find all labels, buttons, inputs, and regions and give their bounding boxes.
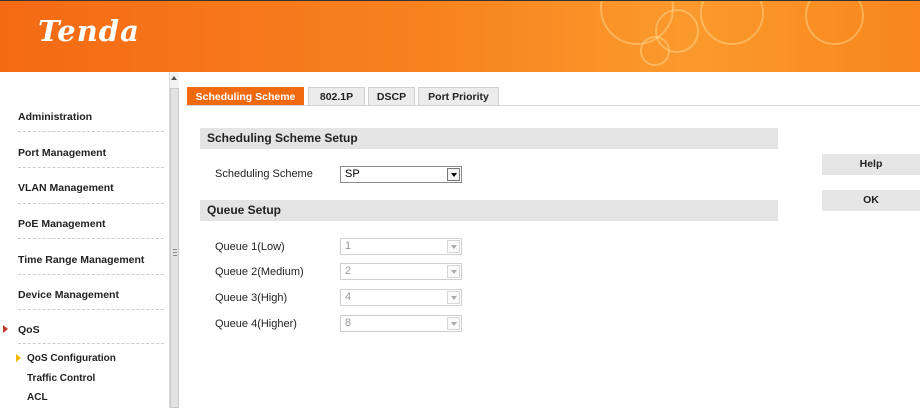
sidebar-subitem-traffic-control[interactable]: Traffic Control bbox=[27, 373, 95, 384]
chevron-down-icon[interactable] bbox=[447, 168, 460, 181]
sidebar-item-vlan-management[interactable]: VLAN Management bbox=[18, 182, 114, 194]
sidebar-subitem-acl[interactable]: ACL bbox=[27, 392, 48, 403]
queue-2-label: Queue 2(Medium) bbox=[215, 266, 304, 278]
sidebar-divider bbox=[18, 309, 164, 310]
queue-3-label: Queue 3(High) bbox=[215, 292, 288, 304]
tab-port-priority[interactable]: Port Priority bbox=[418, 87, 499, 105]
queue-4-label: Queue 4(Higher) bbox=[215, 318, 297, 330]
expanded-arrow-icon bbox=[3, 325, 8, 333]
sidebar-item-administration[interactable]: Administration bbox=[18, 111, 92, 123]
sidebar-divider bbox=[18, 343, 164, 344]
selected-arrow-icon bbox=[16, 354, 21, 362]
queue-4-value: 8 bbox=[345, 317, 352, 329]
sidebar-divider bbox=[18, 274, 164, 275]
sidebar-item-port-management[interactable]: Port Management bbox=[18, 147, 106, 159]
sidebar-item-device-management[interactable]: Device Management bbox=[18, 289, 119, 301]
decorative-circle bbox=[640, 36, 670, 66]
scheduling-scheme-setup-heading: Scheduling Scheme Setup bbox=[200, 128, 778, 149]
sidebar-item-time-range-management[interactable]: Time Range Management bbox=[18, 254, 144, 266]
header-banner: Tenda bbox=[0, 0, 920, 72]
queue-2-value: 2 bbox=[345, 265, 352, 277]
tab-dscp[interactable]: DSCP bbox=[368, 87, 415, 105]
chevron-down-icon bbox=[447, 240, 460, 253]
decorative-circle bbox=[700, 1, 764, 45]
help-button[interactable]: Help bbox=[822, 154, 920, 175]
chevron-down-icon bbox=[447, 265, 460, 278]
tab-802-1p[interactable]: 802.1P bbox=[308, 87, 365, 105]
sidebar-item-qos[interactable]: QoS bbox=[18, 324, 40, 336]
tenda-logo: Tenda bbox=[38, 14, 140, 48]
scroll-up-arrow-icon[interactable] bbox=[171, 76, 177, 80]
sidebar-scrollbar[interactable] bbox=[169, 72, 179, 408]
grip-line bbox=[173, 255, 177, 256]
scrollbar-thumb[interactable] bbox=[170, 88, 179, 408]
queue-1-select: 1 bbox=[340, 238, 462, 255]
queue-setup-heading: Queue Setup bbox=[200, 200, 778, 221]
sidebar-divider bbox=[18, 167, 164, 168]
sidebar-item-poe-management[interactable]: PoE Management bbox=[18, 218, 106, 230]
queue-1-label: Queue 1(Low) bbox=[215, 241, 285, 253]
chevron-down-icon bbox=[447, 291, 460, 304]
sidebar-divider bbox=[18, 203, 164, 204]
ok-button[interactable]: OK bbox=[822, 190, 920, 211]
sidebar-divider bbox=[18, 131, 164, 132]
scheduling-scheme-value: SP bbox=[345, 168, 360, 180]
sidebar-divider bbox=[18, 238, 164, 239]
sidebar-subitem-qos-configuration[interactable]: QoS Configuration bbox=[27, 353, 116, 364]
scheduling-scheme-select[interactable]: SP bbox=[340, 166, 462, 183]
queue-1-value: 1 bbox=[345, 240, 352, 252]
grip-line bbox=[173, 249, 177, 250]
tab-scheduling-scheme[interactable]: Scheduling Scheme bbox=[187, 87, 304, 105]
decorative-circle bbox=[805, 1, 864, 45]
queue-3-value: 4 bbox=[345, 291, 352, 303]
queue-4-select: 8 bbox=[340, 315, 462, 332]
queue-2-select: 2 bbox=[340, 263, 462, 280]
queue-3-select: 4 bbox=[340, 289, 462, 306]
scheduling-scheme-label: Scheduling Scheme bbox=[215, 168, 313, 180]
chevron-down-icon bbox=[447, 317, 460, 330]
grip-line bbox=[173, 252, 177, 253]
